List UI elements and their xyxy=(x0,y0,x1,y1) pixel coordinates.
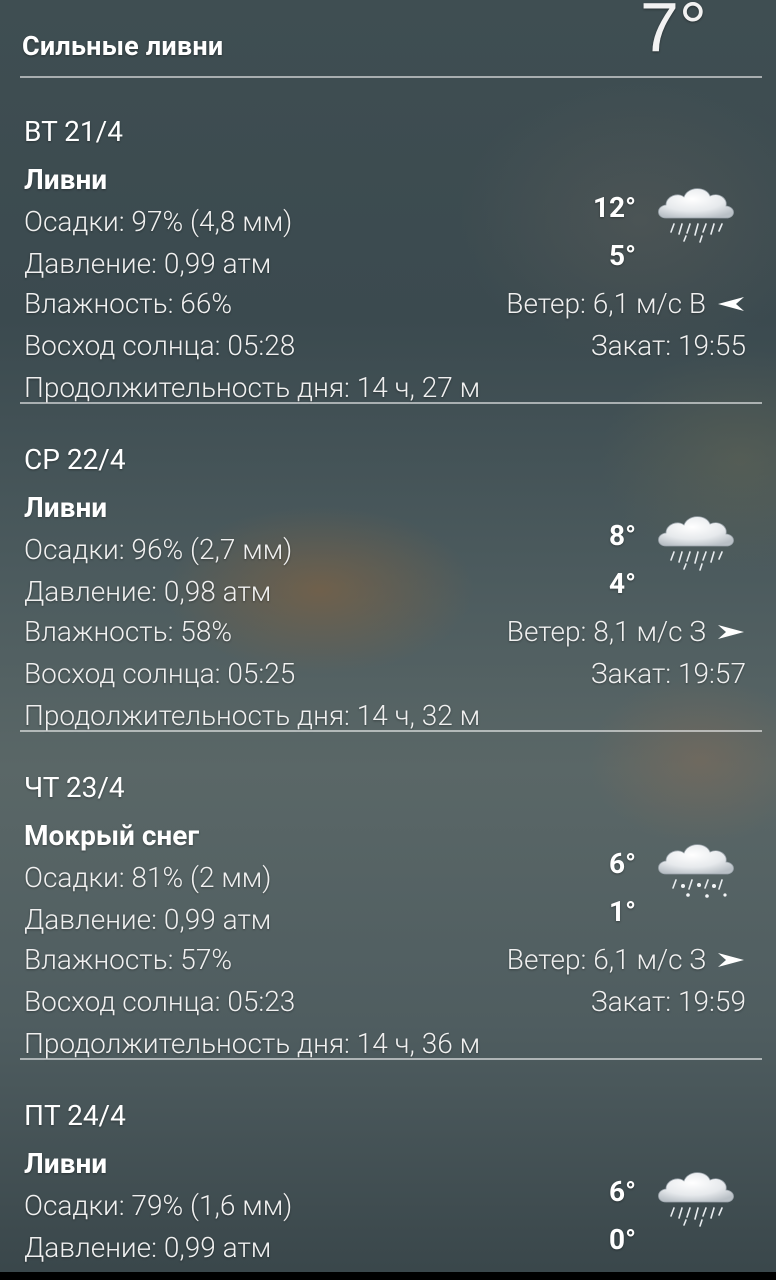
heavy-rain-cloud-icon xyxy=(658,1172,734,1227)
navigation-bar-edge xyxy=(0,1272,776,1280)
heavy-rain-cloud-icon xyxy=(658,516,734,571)
pressure-text: Давление: 0,99 атм xyxy=(24,247,272,280)
wind-text: Ветер: 6,1 м/с В xyxy=(506,287,706,320)
day-date: СР 22/4 xyxy=(24,443,126,476)
temp-min: 1° xyxy=(609,895,636,928)
current-temperature: 7° xyxy=(640,0,707,66)
temp-max: 12° xyxy=(592,191,636,224)
temp-min: 4° xyxy=(609,567,636,600)
day-date: ЧТ 23/4 xyxy=(24,771,125,804)
sunset-text: Закат: 19:59 xyxy=(590,985,746,1018)
temp-max: 8° xyxy=(609,519,636,552)
sunset-text: Закат: 19:55 xyxy=(590,329,746,362)
sleet-cloud-icon xyxy=(658,844,734,898)
sunrise-text: Восход солнца: 05:28 xyxy=(24,329,296,362)
heavy-rain-cloud-icon xyxy=(658,188,734,243)
forecast-day-card[interactable]: ЧТ 23/4 Мокрый снег Осадки: 81% (2 мм) Д… xyxy=(0,732,776,1060)
day-condition: Ливни xyxy=(24,163,108,196)
day-length-text: Продолжительность дня: 14 ч, 36 м xyxy=(24,1027,481,1060)
current-condition-title: Сильные ливни xyxy=(22,30,224,62)
precipitation-text: Осадки: 79% (1,6 мм) xyxy=(24,1189,293,1222)
wind-arrow-east-icon xyxy=(718,953,744,967)
humidity-text: Влажность: 66% xyxy=(24,287,233,320)
sunrise-text: Восход солнца: 05:25 xyxy=(24,657,296,690)
wind-text: Ветер: 8,1 м/с З xyxy=(506,615,706,648)
pressure-text: Давление: 0,98 атм xyxy=(24,575,272,608)
wind-text: Ветер: 6,1 м/с З xyxy=(506,943,706,976)
precipitation-text: Осадки: 97% (4,8 мм) xyxy=(24,205,293,238)
temp-min: 5° xyxy=(609,239,636,272)
pressure-text: Давление: 0,99 атм xyxy=(24,1231,272,1264)
humidity-text: Влажность: 58% xyxy=(24,615,233,648)
sunrise-text: Восход солнца: 05:23 xyxy=(24,985,296,1018)
temp-max: 6° xyxy=(609,1175,636,1208)
day-date: ПТ 24/4 xyxy=(24,1099,126,1132)
day-length-text: Продолжительность дня: 14 ч, 32 м xyxy=(24,699,481,732)
day-date: ВТ 21/4 xyxy=(24,115,123,148)
wind-arrow-west-icon xyxy=(718,297,744,311)
humidity-text: Влажность: 57% xyxy=(24,943,233,976)
day-length-text: Продолжительность дня: 14 ч, 27 м xyxy=(24,371,481,404)
day-condition: Ливни xyxy=(24,1147,108,1180)
temp-min: 0° xyxy=(609,1223,636,1256)
app-header: Сильные ливни 7° xyxy=(20,0,762,78)
wind-arrow-east-icon xyxy=(718,625,744,639)
temp-max: 6° xyxy=(609,847,636,880)
pressure-text: Давление: 0,99 атм xyxy=(24,903,272,936)
sunset-text: Закат: 19:57 xyxy=(590,657,746,690)
day-condition: Ливни xyxy=(24,491,108,524)
forecast-day-card[interactable]: ВТ 21/4 Ливни Осадки: 97% (4,8 мм) Давле… xyxy=(0,76,776,404)
precipitation-text: Осадки: 96% (2,7 мм) xyxy=(24,533,293,566)
forecast-day-card[interactable]: СР 22/4 Ливни Осадки: 96% (2,7 мм) Давле… xyxy=(0,404,776,732)
forecast-day-card[interactable]: ПТ 24/4 Ливни Осадки: 79% (1,6 мм) Давле… xyxy=(0,1060,776,1272)
precipitation-text: Осадки: 81% (2 мм) xyxy=(24,861,272,894)
day-condition: Мокрый снег xyxy=(24,819,200,852)
